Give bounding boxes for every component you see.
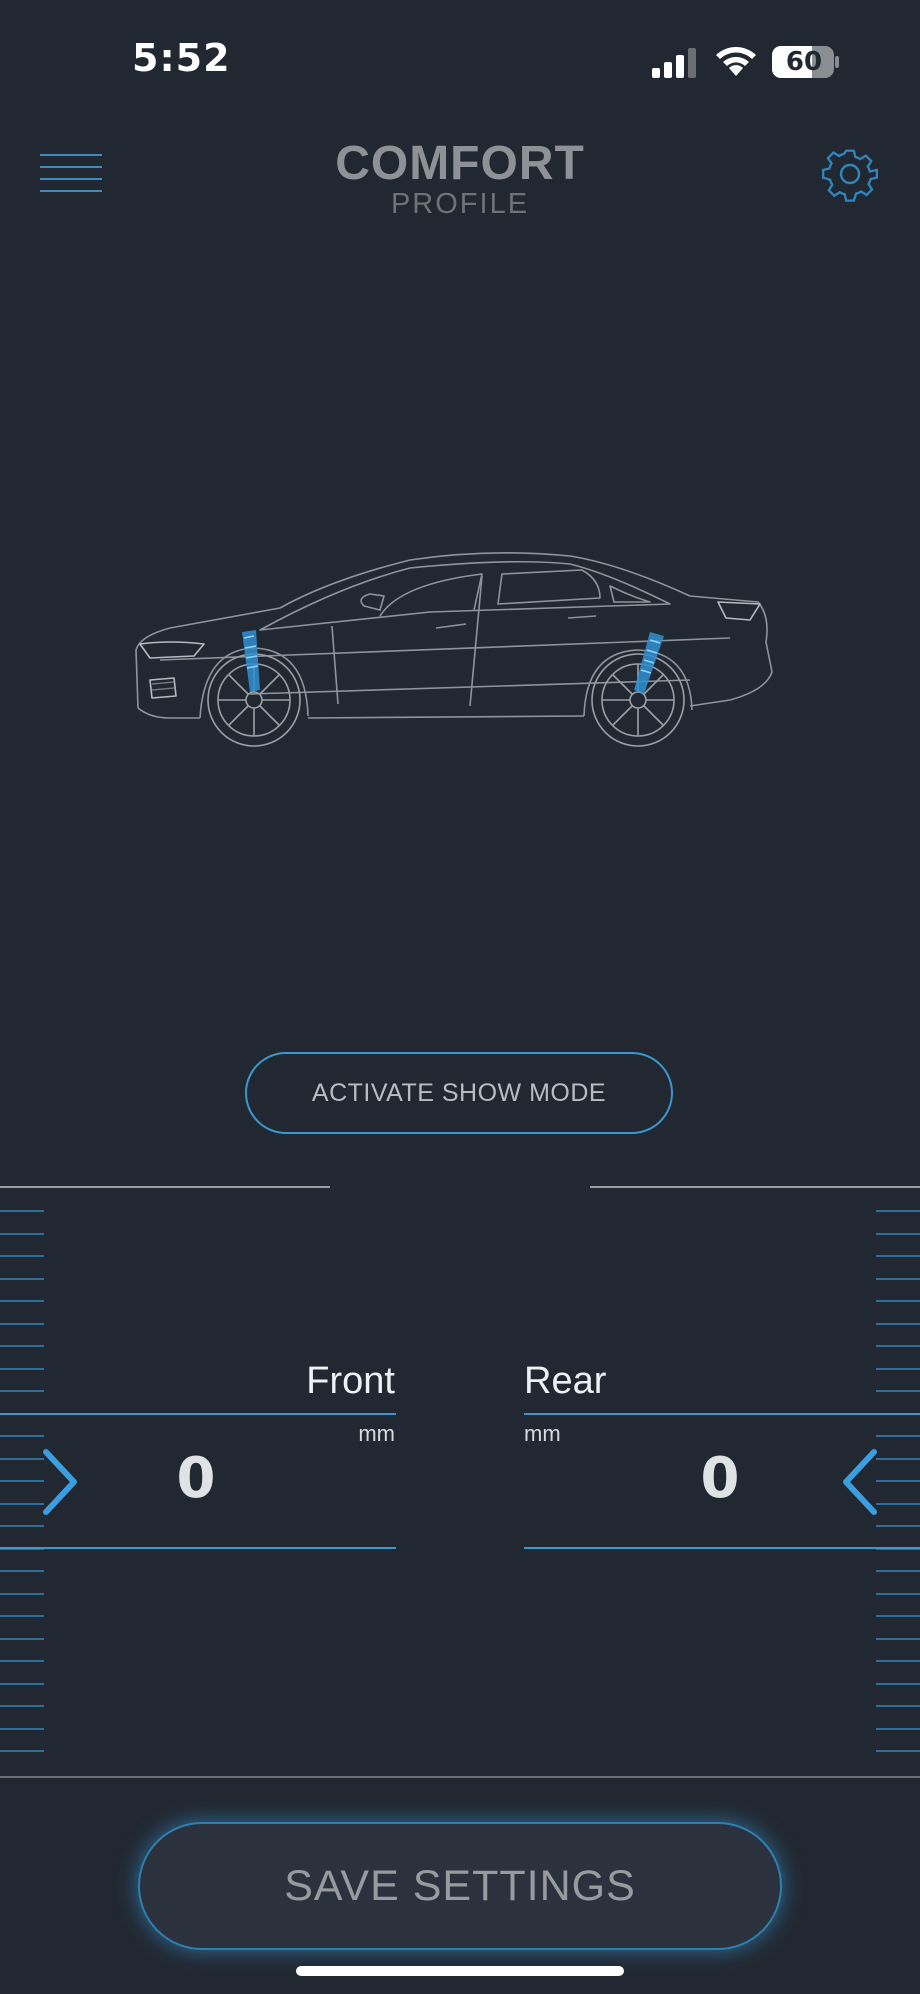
profile-subtitle: PROFILE — [390, 188, 530, 220]
scale-tick — [0, 1390, 44, 1392]
wifi-icon — [716, 47, 756, 76]
scale-tick — [0, 1637, 44, 1640]
profile-title: COMFORT — [335, 137, 585, 190]
scale-tick — [876, 1435, 920, 1437]
scale-tick — [876, 1232, 920, 1235]
scale-tick — [876, 1255, 920, 1257]
scale-tick — [0, 1570, 44, 1572]
divider-left — [0, 1186, 330, 1188]
scale-tick — [876, 1615, 920, 1617]
cellular-signal-icon — [652, 48, 696, 78]
settings-button[interactable] — [822, 146, 879, 202]
scale-tick — [0, 1210, 44, 1212]
scale-tick — [0, 1727, 44, 1730]
save-settings-button[interactable]: SAVE SETTINGS — [138, 1822, 782, 1950]
scale-tick — [876, 1367, 920, 1370]
chevron-right-icon[interactable] — [38, 1446, 82, 1518]
gear-icon — [822, 149, 879, 202]
scale-tick — [876, 1750, 920, 1752]
rear-height-scale — [876, 1210, 920, 1756]
scale-tick — [876, 1300, 920, 1302]
scale-tick — [0, 1322, 44, 1325]
scale-tick — [876, 1682, 920, 1685]
front-bottom-line — [0, 1547, 396, 1549]
scale-tick — [0, 1682, 44, 1685]
front-strut-highlight — [242, 630, 260, 692]
scale-tick — [0, 1255, 44, 1257]
rear-unit: mm — [524, 1421, 561, 1446]
scale-tick — [876, 1637, 920, 1640]
scale-tick — [876, 1727, 920, 1730]
scale-tick — [0, 1435, 44, 1437]
scale-tick — [0, 1660, 44, 1662]
status-time: 5:52 — [132, 36, 231, 80]
rear-label: Rear — [524, 1360, 607, 1402]
scale-tick — [0, 1525, 44, 1527]
menu-button[interactable] — [40, 150, 106, 196]
chevron-left-icon[interactable] — [838, 1446, 882, 1518]
scale-tick — [876, 1705, 920, 1707]
scale-tick — [0, 1345, 44, 1347]
scale-tick — [0, 1232, 44, 1235]
divider-bottom — [0, 1776, 920, 1778]
front-top-line — [0, 1413, 396, 1415]
scale-tick — [876, 1592, 920, 1595]
front-value: 0 — [176, 1446, 216, 1511]
front-unit: mm — [358, 1421, 395, 1446]
scale-tick — [876, 1210, 920, 1212]
divider-right — [590, 1186, 920, 1188]
scale-tick — [876, 1322, 920, 1325]
battery-level: 60 — [785, 47, 823, 77]
scale-tick — [0, 1367, 44, 1370]
scale-tick — [0, 1592, 44, 1595]
home-indicator[interactable] — [296, 1966, 624, 1976]
scale-tick — [876, 1570, 920, 1572]
rear-top-line — [524, 1413, 920, 1415]
scale-tick — [876, 1480, 920, 1482]
car-illustration — [135, 552, 773, 747]
scale-tick — [876, 1525, 920, 1527]
rear-bottom-line — [524, 1547, 920, 1549]
scale-tick — [876, 1502, 920, 1505]
scale-tick — [0, 1705, 44, 1707]
scale-tick — [876, 1457, 920, 1460]
rear-value: 0 — [700, 1446, 740, 1511]
activate-show-mode-button[interactable]: ACTIVATE SHOW MODE — [245, 1052, 673, 1134]
scale-tick — [876, 1345, 920, 1347]
front-label: Front — [306, 1360, 395, 1402]
scale-tick — [876, 1390, 920, 1392]
scale-tick — [0, 1277, 44, 1280]
scale-tick — [0, 1615, 44, 1617]
scale-tick — [0, 1750, 44, 1752]
scale-tick — [0, 1300, 44, 1302]
scale-tick — [876, 1660, 920, 1662]
scale-tick — [876, 1277, 920, 1280]
